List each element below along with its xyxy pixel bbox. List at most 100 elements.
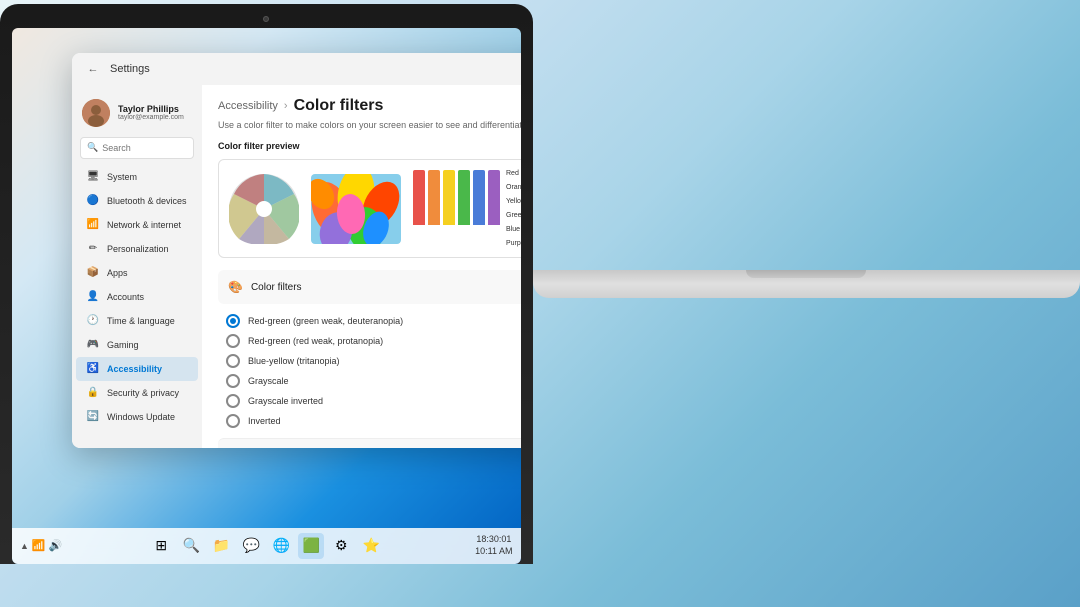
sidebar-item-label: Gaming	[107, 340, 139, 350]
settings-window: ← Settings ─ □ ✕	[72, 53, 521, 448]
sidebar-item-network[interactable]: 📶 Network & internet	[76, 213, 198, 237]
sidebar-item-label: Time & language	[107, 316, 175, 326]
time-display: 18:30:01	[475, 534, 512, 546]
radio-group: Red-green (green weak, deuteranopia) Red…	[218, 314, 521, 428]
radio-outer	[226, 334, 240, 348]
file-explorer-button[interactable]: 📁	[208, 533, 234, 559]
window-title: Settings	[110, 63, 150, 75]
preview-section-label: Color filter preview	[218, 141, 521, 151]
security-icon: 🔒	[86, 386, 100, 400]
search-box[interactable]: 🔍	[80, 137, 194, 159]
orange-label: Orange	[506, 184, 521, 191]
sidebar-item-system[interactable]: 🖥 System	[76, 165, 198, 189]
sidebar-item-label: Apps	[107, 268, 128, 278]
main-content: Accessibility › Color filters Use a colo…	[202, 85, 521, 448]
accounts-icon: 👤	[86, 290, 100, 304]
sidebar-item-accessibility[interactable]: ♿ Accessibility	[76, 357, 198, 381]
green-label: Green	[506, 212, 521, 219]
radio-outer	[226, 354, 240, 368]
volume-icon[interactable]: 🔊	[49, 539, 63, 552]
store-button[interactable]: 🟩	[298, 533, 324, 559]
laptop-base	[533, 270, 1080, 298]
bluetooth-icon: 🔵	[86, 194, 100, 208]
sidebar-item-label: Accessibility	[107, 364, 162, 374]
taskbar-time: 18:30:01 10:11 AM	[475, 534, 512, 557]
extra-button[interactable]: ⭐	[358, 533, 384, 559]
sidebar-item-label: Security & privacy	[107, 388, 179, 398]
yellow-bar	[443, 170, 455, 225]
radio-label-inverted: Inverted	[248, 416, 281, 426]
purple-bar	[488, 170, 500, 225]
radio-item-deuteranopia[interactable]: Red-green (green weak, deuteranopia)	[226, 314, 521, 328]
radio-label-deuteranopia: Red-green (green weak, deuteranopia)	[248, 316, 403, 326]
search-taskbar-button[interactable]: 🔍	[178, 533, 204, 559]
pie-chart	[229, 174, 299, 244]
color-filters-toggle-row: 🎨 Color filters On	[218, 270, 521, 304]
blue-bar	[473, 170, 485, 225]
radio-outer	[226, 414, 240, 428]
purple-label: Purple	[506, 240, 521, 247]
page-subtitle: Use a color filter to make colors on you…	[218, 119, 521, 132]
browser-button[interactable]: 🌐	[268, 533, 294, 559]
window-body: Taylor Phillips taylor@example.com 🔍 🖥 S…	[72, 85, 521, 448]
search-icon: 🔍	[87, 142, 98, 153]
back-button[interactable]: ←	[84, 60, 102, 78]
user-name: Taylor Phillips	[118, 104, 192, 114]
settings-taskbar-button[interactable]: ⚙	[328, 533, 354, 559]
sidebar-item-label: Windows Update	[107, 412, 175, 422]
gaming-icon: 🎮	[86, 338, 100, 352]
sidebar: Taylor Phillips taylor@example.com 🔍 🖥 S…	[72, 85, 202, 448]
sidebar-item-personalization[interactable]: ✏ Personalization	[76, 237, 198, 261]
radio-outer	[226, 394, 240, 408]
chat-button[interactable]: 💬	[238, 533, 264, 559]
chevron-up-icon[interactable]: ▲	[20, 541, 29, 551]
sidebar-item-label: Network & internet	[107, 220, 181, 230]
network-icon: 📶	[86, 218, 100, 232]
sidebar-item-label: Bluetooth & devices	[107, 196, 187, 206]
user-info: Taylor Phillips taylor@example.com	[118, 104, 192, 121]
sidebar-item-accounts[interactable]: 👤 Accounts	[76, 285, 198, 309]
radio-item-protanopia[interactable]: Red-green (red weak, protanopia)	[226, 334, 521, 348]
color-filters-label: Color filters	[251, 282, 521, 293]
bar-labels: Red Orange Yellow Green Blue Purple	[506, 170, 521, 247]
sidebar-item-gaming[interactable]: 🎮 Gaming	[76, 333, 198, 357]
radio-item-grayscale-inverted[interactable]: Grayscale inverted	[226, 394, 521, 408]
radio-item-tritanopia[interactable]: Blue-yellow (tritanopia)	[226, 354, 521, 368]
radio-outer	[226, 314, 240, 328]
bars-group	[413, 170, 500, 225]
apps-icon: 📦	[86, 266, 100, 280]
taskbar: ▲ 📶 🔊 ⊞ 🔍 📁 💬 🌐 🟩 ⚙ ⭐	[12, 528, 521, 564]
date-display: 10:11 AM	[475, 546, 512, 558]
red-bar	[413, 170, 425, 225]
color-filter-icon: 🎨	[228, 280, 243, 294]
green-bar	[458, 170, 470, 225]
breadcrumb-current: Color filters	[294, 97, 384, 115]
sidebar-item-security[interactable]: 🔒 Security & privacy	[76, 381, 198, 405]
radio-label-protanopia: Red-green (red weak, protanopia)	[248, 336, 383, 346]
wifi-icon[interactable]: 📶	[32, 539, 46, 552]
accessibility-icon: ♿	[86, 362, 100, 376]
laptop-camera	[263, 16, 269, 22]
title-bar: ← Settings ─ □ ✕	[72, 53, 521, 85]
taskbar-left: ▲ 📶 🔊	[20, 539, 62, 552]
sidebar-item-apps[interactable]: 📦 Apps	[76, 261, 198, 285]
radio-outer	[226, 374, 240, 388]
desktop: ← Settings ─ □ ✕	[12, 28, 521, 564]
user-email: taylor@example.com	[118, 114, 192, 121]
radio-item-inverted[interactable]: Inverted	[226, 414, 521, 428]
sidebar-item-bluetooth[interactable]: 🔵 Bluetooth & devices	[76, 189, 198, 213]
radio-label-grayscale: Grayscale	[248, 376, 289, 386]
laptop-outer: ← Settings ─ □ ✕	[0, 4, 533, 564]
radio-label-tritanopia: Blue-yellow (tritanopia)	[248, 356, 340, 366]
breadcrumb-parent[interactable]: Accessibility	[218, 100, 278, 112]
system-icon: 🖥	[86, 170, 100, 184]
time-icon: 🕐	[86, 314, 100, 328]
sidebar-item-time[interactable]: 🕐 Time & language	[76, 309, 198, 333]
start-button[interactable]: ⊞	[148, 533, 174, 559]
laptop-hinge	[746, 270, 866, 278]
radio-item-grayscale[interactable]: Grayscale	[226, 374, 521, 388]
breadcrumb-separator: ›	[284, 100, 288, 112]
sidebar-item-windows-update[interactable]: 🔄 Windows Update	[76, 405, 198, 429]
color-filter-preview: Red Orange Yellow Green Blue Purple	[218, 159, 521, 258]
color-bars: Red Orange Yellow Green Blue Purple	[413, 170, 521, 247]
